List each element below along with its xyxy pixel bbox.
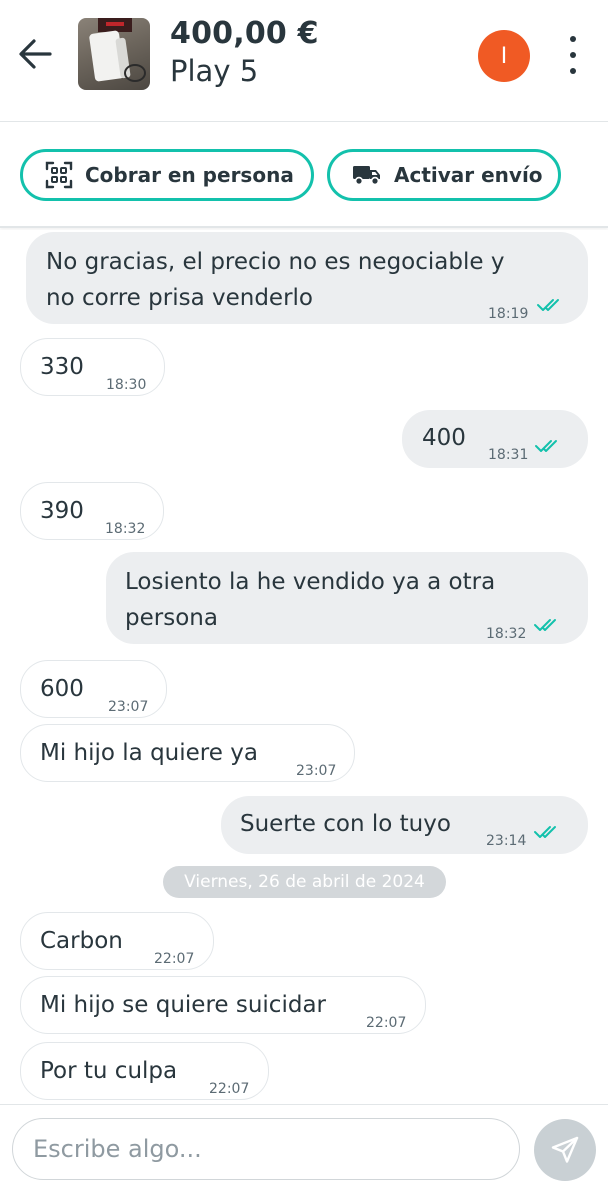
message-input[interactable] xyxy=(12,1118,520,1180)
message-bubble-outgoing[interactable]: Suerte con lo tuyo 23:14 xyxy=(221,796,588,854)
send-icon xyxy=(551,1136,579,1163)
message-list[interactable]: No gracias, el precio no es negociable y… xyxy=(0,230,608,1104)
item-title: Play 5 xyxy=(170,54,259,88)
double-check-icon xyxy=(537,299,559,311)
message-text: no corre prisa venderlo xyxy=(46,285,313,311)
message-time: 23:07 xyxy=(108,699,149,715)
double-check-icon xyxy=(534,826,556,838)
send-button[interactable] xyxy=(534,1119,596,1181)
message-time: 22:07 xyxy=(366,1015,407,1031)
message-bubble-incoming[interactable]: Mi hijo la quiere ya 23:07 xyxy=(20,724,355,782)
message-text: 390 xyxy=(40,498,84,524)
message-text: 330 xyxy=(40,354,84,380)
message-text: No gracias, el precio no es negociable y xyxy=(46,249,505,275)
message-time: 18:30 xyxy=(106,377,147,393)
message-bubble-incoming[interactable]: 390 18:32 xyxy=(20,482,164,540)
date-separator: Viernes, 26 de abril de 2024 xyxy=(163,866,446,898)
chat-header: 400,00 € Play 5 I xyxy=(0,0,608,122)
message-bubble-incoming[interactable]: Carbon 22:07 xyxy=(20,912,214,970)
message-text: 400 xyxy=(422,425,466,451)
back-button[interactable] xyxy=(14,34,58,74)
arrow-left-icon xyxy=(19,39,52,69)
message-time: 23:07 xyxy=(296,763,337,779)
message-text: Carbon xyxy=(40,928,123,954)
message-bubble-outgoing[interactable]: Losiento la he vendido ya a otra persona… xyxy=(106,552,588,644)
message-text: Mi hijo la quiere ya xyxy=(40,740,258,766)
chat-screen: 400,00 € Play 5 I Cobrar en persona Acti… xyxy=(0,0,608,1199)
message-composer xyxy=(0,1104,608,1199)
message-bubble-outgoing[interactable]: No gracias, el precio no es negociable y… xyxy=(26,232,588,324)
activar-envio-button[interactable]: Activar envío xyxy=(327,149,561,201)
cobrar-en-persona-label: Cobrar en persona xyxy=(85,163,294,187)
message-time: 18:32 xyxy=(105,521,146,537)
message-time: 18:31 xyxy=(488,447,529,463)
truck-icon xyxy=(353,166,380,186)
activar-envio-label: Activar envío xyxy=(394,163,543,187)
message-bubble-incoming[interactable]: 330 18:30 xyxy=(20,338,165,396)
item-thumbnail[interactable] xyxy=(78,18,150,90)
message-text: Suerte con lo tuyo xyxy=(240,811,451,837)
double-check-icon xyxy=(535,440,557,452)
qr-code-icon xyxy=(45,161,73,189)
message-text: Losiento la he vendido ya a otra xyxy=(125,569,496,595)
user-avatar[interactable]: I xyxy=(478,30,530,82)
cobrar-en-persona-button[interactable]: Cobrar en persona xyxy=(20,149,314,201)
message-time: 18:32 xyxy=(486,626,527,642)
message-text: persona xyxy=(125,605,218,631)
message-time: 18:19 xyxy=(488,306,529,322)
more-options-button[interactable] xyxy=(560,30,586,80)
message-bubble-incoming[interactable]: 600 23:07 xyxy=(20,660,167,718)
message-bubble-incoming[interactable]: Por tu culpa 22:07 xyxy=(20,1042,269,1100)
message-text: Mi hijo se quiere suicidar xyxy=(40,992,326,1018)
message-time: 23:14 xyxy=(486,833,527,849)
double-check-icon xyxy=(534,619,556,631)
action-bar: Cobrar en persona Activar envío xyxy=(0,122,608,228)
item-price: 400,00 € xyxy=(170,16,319,51)
message-time: 22:07 xyxy=(154,951,195,967)
message-time: 22:07 xyxy=(209,1081,250,1097)
message-bubble-incoming[interactable]: Mi hijo se quiere suicidar 22:07 xyxy=(20,976,426,1034)
message-bubble-outgoing[interactable]: 400 18:31 xyxy=(402,410,588,468)
message-text: Por tu culpa xyxy=(40,1058,178,1084)
more-vertical-icon xyxy=(570,36,576,42)
message-text: 600 xyxy=(40,676,84,702)
